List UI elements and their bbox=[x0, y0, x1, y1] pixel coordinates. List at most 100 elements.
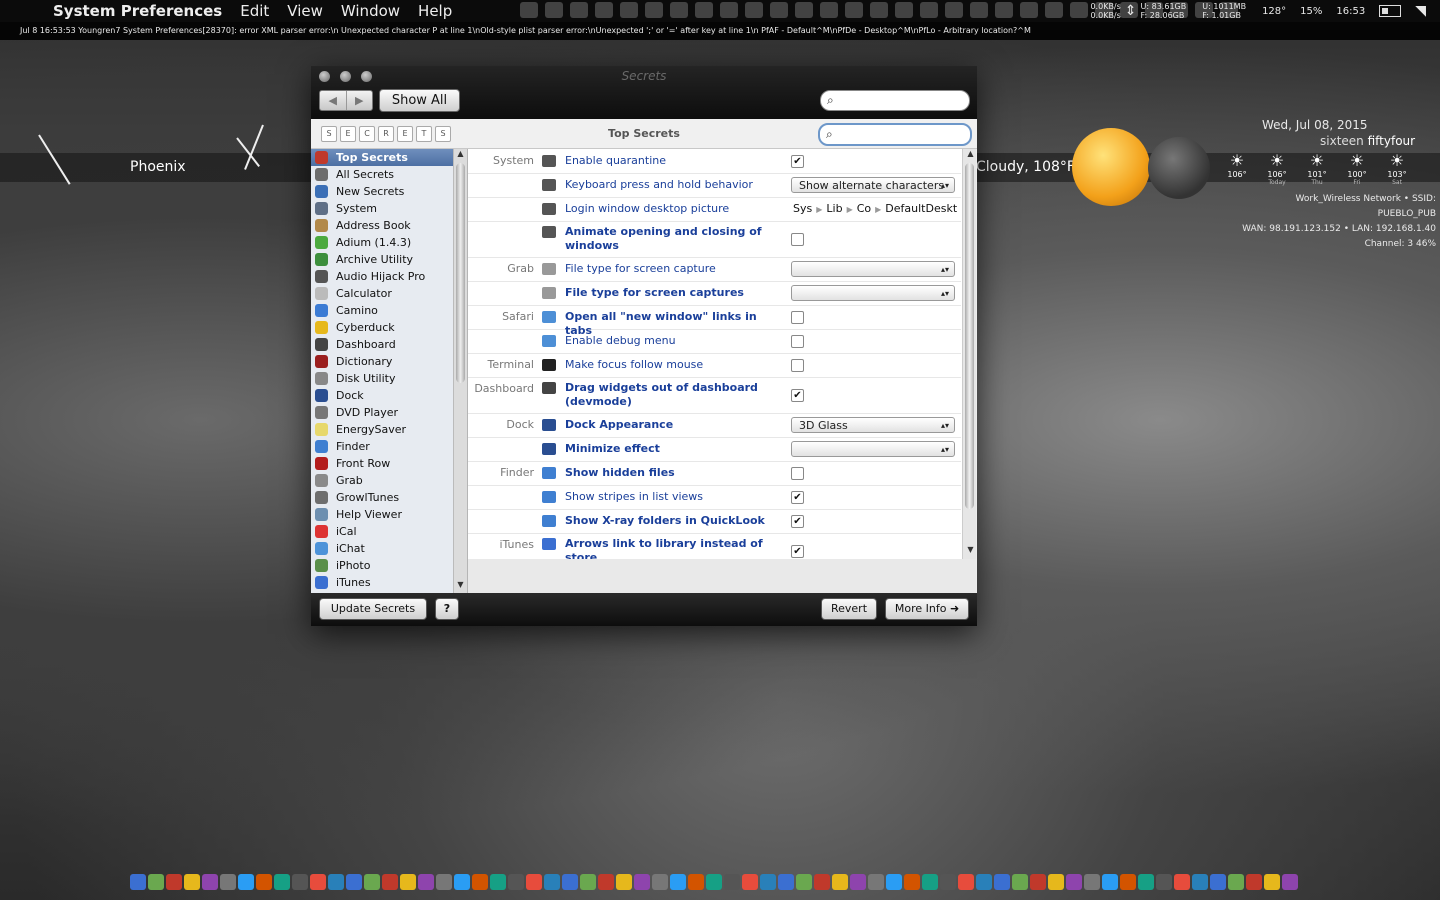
sidebar-item-camino[interactable]: Camino bbox=[311, 302, 453, 319]
sidebar-item-adium-1-4-3[interactable]: Adium (1.4.3) bbox=[311, 234, 453, 251]
menubar-extra-icon[interactable] bbox=[970, 2, 988, 18]
dock-app-icon[interactable] bbox=[616, 874, 632, 890]
more-info-button[interactable]: More Info ➜ bbox=[885, 598, 969, 620]
dock-app-icon[interactable] bbox=[238, 874, 254, 890]
dock-app-icon[interactable] bbox=[1066, 874, 1082, 890]
sidebar-item-archive-utility[interactable]: Archive Utility bbox=[311, 251, 453, 268]
setting-checkbox[interactable]: ✔ bbox=[791, 389, 804, 402]
sidebar-item-cyberduck[interactable]: Cyberduck bbox=[311, 319, 453, 336]
menubar-extra-icon[interactable] bbox=[645, 2, 663, 18]
dock-app-icon[interactable] bbox=[526, 874, 542, 890]
sidebar-item-help-viewer[interactable]: Help Viewer bbox=[311, 506, 453, 523]
update-secrets-button[interactable]: Update Secrets bbox=[319, 598, 427, 620]
sidebar-item-energysaver[interactable]: EnergySaver bbox=[311, 421, 453, 438]
dock-app-icon[interactable] bbox=[976, 874, 992, 890]
setting-checkbox[interactable]: ✔ bbox=[791, 545, 804, 558]
menubar-extra-icon[interactable] bbox=[720, 2, 738, 18]
setting-checkbox[interactable] bbox=[791, 359, 804, 372]
sidebar-item-itunes[interactable]: iTunes bbox=[311, 574, 453, 591]
menubar-extra-icon[interactable] bbox=[520, 2, 538, 18]
dock-app-icon[interactable] bbox=[184, 874, 200, 890]
menubar-extra-icon[interactable] bbox=[695, 2, 713, 18]
search-input[interactable]: ⌕ bbox=[820, 90, 970, 111]
dock-app-icon[interactable] bbox=[1030, 874, 1046, 890]
menubar-extra-icon[interactable] bbox=[770, 2, 788, 18]
dock-app-icon[interactable] bbox=[562, 874, 578, 890]
dock-app-icon[interactable] bbox=[454, 874, 470, 890]
dock-app-icon[interactable] bbox=[202, 874, 218, 890]
dock-app-icon[interactable] bbox=[508, 874, 524, 890]
sidebar-item-finder[interactable]: Finder bbox=[311, 438, 453, 455]
dock-app-icon[interactable] bbox=[292, 874, 308, 890]
sidebar-item-all-secrets[interactable]: All Secrets bbox=[311, 166, 453, 183]
scroll-up-arrow-icon[interactable]: ▲ bbox=[964, 149, 976, 161]
setting-checkbox[interactable]: ✔ bbox=[791, 491, 804, 504]
dock-app-icon[interactable] bbox=[1048, 874, 1064, 890]
sidebar-item-disk-utility[interactable]: Disk Utility bbox=[311, 370, 453, 387]
setting-checkbox[interactable] bbox=[791, 233, 804, 246]
dock-app-icon[interactable] bbox=[382, 874, 398, 890]
setting-checkbox[interactable]: ✔ bbox=[791, 155, 804, 168]
sidebar-item-top-secrets[interactable]: Top Secrets bbox=[311, 149, 453, 166]
back-arrow-icon[interactable]: ◀ bbox=[320, 91, 347, 110]
menubar-extra-icon[interactable] bbox=[1020, 2, 1038, 18]
sidebar-scrollbar[interactable]: ▲ ▼ bbox=[453, 149, 467, 593]
dock-app-icon[interactable] bbox=[958, 874, 974, 890]
dock-app-icon[interactable] bbox=[652, 874, 668, 890]
dock-app-icon[interactable] bbox=[364, 874, 380, 890]
table-scroll-thumb[interactable] bbox=[965, 163, 974, 509]
dock-app-icon[interactable] bbox=[886, 874, 902, 890]
dock-app-icon[interactable] bbox=[310, 874, 326, 890]
menubar-extra-icon[interactable] bbox=[920, 2, 938, 18]
dock-app-icon[interactable] bbox=[724, 874, 740, 890]
menubar-extra-icon[interactable] bbox=[820, 2, 838, 18]
dock-app-icon[interactable] bbox=[814, 874, 830, 890]
sidebar-item-iphoto[interactable]: iPhoto bbox=[311, 557, 453, 574]
sidebar-item-dictionary[interactable]: Dictionary bbox=[311, 353, 453, 370]
dock-app-icon[interactable] bbox=[1156, 874, 1172, 890]
dock-app-icon[interactable] bbox=[544, 874, 560, 890]
sidebar-item-dock[interactable]: Dock bbox=[311, 387, 453, 404]
setting-popup[interactable]: ▴▾ bbox=[791, 441, 955, 457]
dock-app-icon[interactable] bbox=[346, 874, 362, 890]
setting-checkbox[interactable]: ✔ bbox=[791, 515, 804, 528]
dock-app-icon[interactable] bbox=[1012, 874, 1028, 890]
dock-app-icon[interactable] bbox=[436, 874, 452, 890]
sidebar-item-front-row[interactable]: Front Row bbox=[311, 455, 453, 472]
app-menu[interactable]: System Preferences bbox=[53, 2, 222, 20]
dock-app-icon[interactable] bbox=[274, 874, 290, 890]
dock-app-icon[interactable] bbox=[256, 874, 272, 890]
dock-app-icon[interactable] bbox=[868, 874, 884, 890]
dock-app-icon[interactable] bbox=[994, 874, 1010, 890]
dock-app-icon[interactable] bbox=[688, 874, 704, 890]
dock-app-icon[interactable] bbox=[778, 874, 794, 890]
menubar-extra-icon[interactable] bbox=[570, 2, 588, 18]
dock-app-icon[interactable] bbox=[1282, 874, 1298, 890]
dock-app-icon[interactable] bbox=[796, 874, 812, 890]
dock-app-icon[interactable] bbox=[148, 874, 164, 890]
dock-app-icon[interactable] bbox=[1084, 874, 1100, 890]
dock-app-icon[interactable] bbox=[400, 874, 416, 890]
dock-app-icon[interactable] bbox=[580, 874, 596, 890]
scroll-up-arrow-icon[interactable]: ▲ bbox=[454, 149, 467, 161]
revert-button[interactable]: Revert bbox=[821, 598, 877, 620]
sidebar-item-grab[interactable]: Grab bbox=[311, 472, 453, 489]
setting-popup[interactable]: Show alternate characters ▴▾ bbox=[791, 177, 955, 193]
dock-app-icon[interactable] bbox=[940, 874, 956, 890]
cpu-status[interactable]: 15% bbox=[1300, 6, 1322, 17]
menu-window[interactable]: Window bbox=[341, 2, 400, 20]
clock-status[interactable]: 16:53 bbox=[1336, 6, 1365, 17]
setting-popup[interactable]: 3D Glass ▴▾ bbox=[791, 417, 955, 433]
dock-app-icon[interactable] bbox=[670, 874, 686, 890]
menubar-extra-icon[interactable] bbox=[545, 2, 563, 18]
dock-app-icon[interactable] bbox=[1228, 874, 1244, 890]
menubar-extra-icon[interactable] bbox=[745, 2, 763, 18]
sidebar-scroll-thumb[interactable] bbox=[456, 163, 465, 383]
dock-app-icon[interactable] bbox=[904, 874, 920, 890]
dock-app-icon[interactable] bbox=[634, 874, 650, 890]
secrets-search-input[interactable]: ⌕ bbox=[818, 123, 972, 146]
dock-app-icon[interactable] bbox=[490, 874, 506, 890]
setting-popup[interactable]: ▴▾ bbox=[791, 261, 955, 277]
dock-app-icon[interactable] bbox=[1102, 874, 1118, 890]
dock-app-icon[interactable] bbox=[832, 874, 848, 890]
